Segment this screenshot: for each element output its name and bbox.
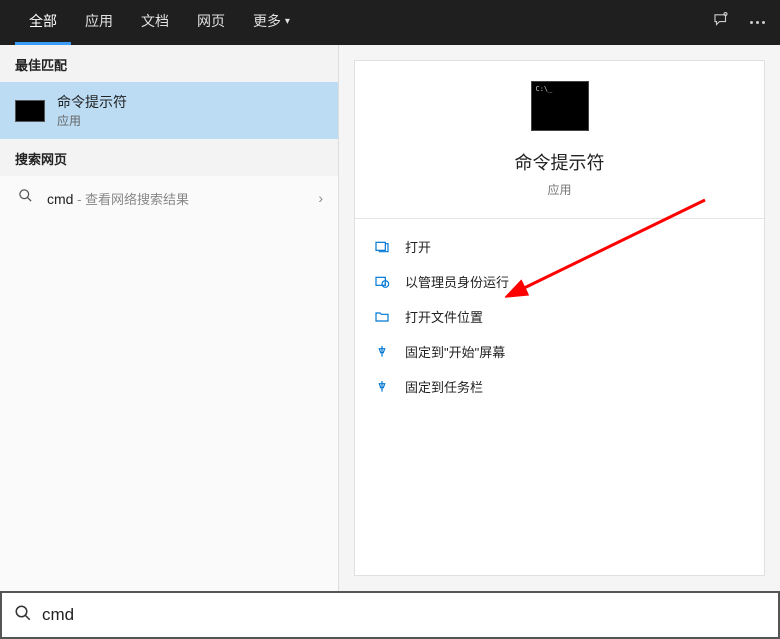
action-open-location[interactable]: 打开文件位置 [355, 299, 764, 334]
results-panel: 最佳匹配 命令提示符 应用 搜索网页 cmd - 查看网络搜索结果 › [0, 45, 339, 591]
section-web: 搜索网页 [0, 139, 338, 176]
pin-taskbar-icon [373, 379, 391, 395]
more-icon[interactable] [750, 21, 765, 24]
header-bar: 全部 应用 文档 网页 更多 ▾ [0, 0, 780, 45]
tab-all[interactable]: 全部 [15, 0, 71, 45]
action-pin-taskbar[interactable]: 固定到任务栏 [355, 369, 764, 404]
folder-icon [373, 309, 391, 325]
preview-title: 命令提示符 [515, 149, 605, 175]
cmd-large-icon [531, 81, 589, 131]
action-label: 以管理员身份运行 [405, 272, 509, 291]
action-label: 固定到任务栏 [405, 377, 483, 396]
web-search-text: cmd - 查看网络搜索结果 [47, 189, 189, 208]
action-label: 固定到"开始"屏幕 [405, 342, 505, 361]
result-title: 命令提示符 [57, 92, 127, 112]
web-search-item[interactable]: cmd - 查看网络搜索结果 › [0, 176, 338, 220]
tab-more[interactable]: 更多 ▾ [239, 0, 304, 45]
action-label: 打开文件位置 [405, 307, 483, 326]
tab-docs[interactable]: 文档 [127, 0, 183, 45]
result-cmd[interactable]: 命令提示符 应用 [0, 82, 338, 139]
action-run-admin[interactable]: 以管理员身份运行 [355, 264, 764, 299]
chevron-right-icon: › [318, 190, 323, 206]
search-bar[interactable] [0, 591, 780, 639]
section-best-match: 最佳匹配 [0, 45, 338, 82]
pin-start-icon [373, 344, 391, 360]
search-icon [15, 188, 35, 208]
action-pin-start[interactable]: 固定到"开始"屏幕 [355, 334, 764, 369]
tab-strip: 全部 应用 文档 网页 更多 ▾ [15, 0, 304, 45]
tab-apps[interactable]: 应用 [71, 0, 127, 45]
preview-panel: 命令提示符 应用 打开 以管理员身份运行 打开文件位置 固定到 [339, 45, 780, 591]
feedback-icon[interactable] [712, 11, 730, 34]
search-icon [14, 604, 32, 627]
preview-type: 应用 [547, 181, 571, 198]
tab-web[interactable]: 网页 [183, 0, 239, 45]
admin-icon [373, 274, 391, 290]
open-icon [373, 239, 391, 255]
preview-card: 命令提示符 应用 打开 以管理员身份运行 打开文件位置 固定到 [354, 60, 765, 576]
action-open[interactable]: 打开 [355, 229, 764, 264]
cmd-thumb-icon [15, 100, 45, 122]
search-input[interactable] [42, 605, 766, 625]
result-type: 应用 [57, 112, 127, 129]
action-label: 打开 [405, 237, 431, 256]
